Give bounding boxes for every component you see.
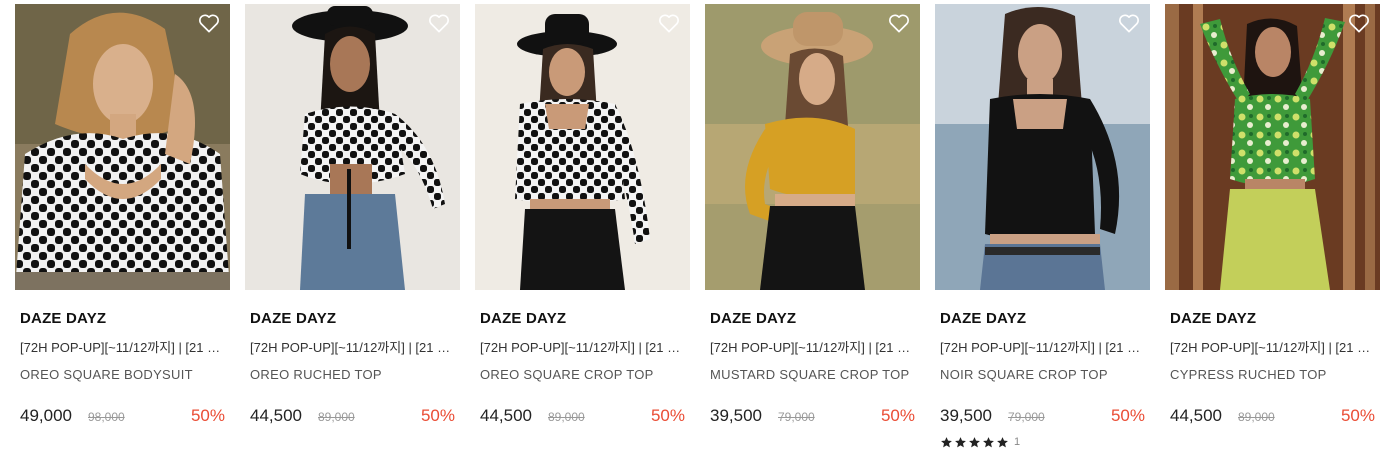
brand-name[interactable]: DAZE DAYZ [20,310,225,328]
product-name[interactable]: MUSTARD SQUARE CROP TOP [710,367,915,383]
price-row: 39,500 79,000 50% [940,405,1145,427]
brand-name[interactable]: DAZE DAYZ [710,310,915,328]
sale-price: 44,500 [1170,406,1222,425]
original-price: 89,000 [1238,410,1275,424]
price-row: 44,500 89,000 50% [250,405,455,427]
star-icon [996,436,1009,449]
discount-rate: 50% [650,406,685,425]
star-icon [982,436,995,449]
wishlist-heart-icon[interactable] [428,13,450,33]
product-image[interactable] [1165,4,1380,290]
product-name[interactable]: CYPRESS RUCHED TOP [1170,367,1375,383]
star-icon [968,436,981,449]
product-name[interactable]: NOIR SQUARE CROP TOP [940,367,1145,383]
product-image[interactable] [935,4,1150,290]
product-image[interactable] [705,4,920,290]
promo-title[interactable]: [72H POP-UP][~11/12까지] | [21 F/W] OREO S… [480,340,685,356]
product-name[interactable]: OREO RUCHED TOP [250,367,455,383]
product-photo [15,4,230,290]
discount-rate: 50% [880,406,915,425]
original-price: 79,000 [1008,410,1045,424]
product-image[interactable] [15,4,230,290]
price-row: 39,500 79,000 50% [710,405,915,427]
original-price: 89,000 [548,410,585,424]
product-photo [1165,4,1380,290]
brand-name[interactable]: DAZE DAYZ [480,310,685,328]
wishlist-heart-icon[interactable] [658,13,680,33]
wishlist-heart-icon[interactable] [888,13,910,33]
product-photo [475,4,690,290]
promo-title[interactable]: [72H POP-UP][~11/12까지] | [21 F/W] OREO R… [250,340,455,356]
star-icon [940,436,953,449]
promo-title[interactable]: [72H POP-UP][~11/12까지] | [21 F/W] NOIR S… [940,340,1145,356]
star-rating [940,436,1009,449]
wishlist-heart-icon[interactable] [1348,13,1370,33]
discount-rate: 50% [420,406,455,425]
product-card[interactable]: DAZE DAYZ [72H POP-UP][~11/12까지] | [21 F… [935,4,1150,464]
sale-price: 44,500 [480,406,532,425]
product-card[interactable]: DAZE DAYZ [72H POP-UP][~11/12까지] | [21 F… [705,4,920,464]
original-price: 98,000 [88,410,125,424]
sale-price: 39,500 [710,406,762,425]
price-row: 44,500 89,000 50% [1170,405,1375,427]
promo-title[interactable]: [72H POP-UP][~11/12까지] | [21 F/W] OREO S… [20,340,225,356]
discount-rate: 50% [190,406,225,425]
review-count: 1 [1014,436,1021,448]
product-photo [705,4,920,290]
wishlist-heart-icon[interactable] [198,13,220,33]
product-name[interactable]: OREO SQUARE CROP TOP [480,367,685,383]
product-photo [935,4,1150,290]
product-card[interactable]: DAZE DAYZ [72H POP-UP][~11/12까지] | [21 F… [15,4,230,464]
discount-rate: 50% [1340,406,1375,425]
brand-name[interactable]: DAZE DAYZ [940,310,1145,328]
product-image[interactable] [245,4,460,290]
product-photo [245,4,460,290]
product-grid: DAZE DAYZ [72H POP-UP][~11/12까지] | [21 F… [0,0,1393,470]
product-card[interactable]: DAZE DAYZ [72H POP-UP][~11/12까지] | [21 F… [245,4,460,464]
product-image[interactable] [475,4,690,290]
price-row: 49,000 98,000 50% [20,405,225,427]
promo-title[interactable]: [72H POP-UP][~11/12까지] | [21 F/W] CYPRES… [1170,340,1375,356]
review-rating[interactable]: 1 [940,435,1145,449]
discount-rate: 50% [1110,406,1145,425]
promo-title[interactable]: [72H POP-UP][~11/12까지] | [21 F/W] MUSTAR… [710,340,915,356]
original-price: 79,000 [778,410,815,424]
product-card[interactable]: DAZE DAYZ [72H POP-UP][~11/12까지] | [21 F… [1165,4,1380,464]
sale-price: 39,500 [940,406,992,425]
original-price: 89,000 [318,410,355,424]
product-name[interactable]: OREO SQUARE BODYSUIT [20,367,225,383]
wishlist-heart-icon[interactable] [1118,13,1140,33]
product-card[interactable]: DAZE DAYZ [72H POP-UP][~11/12까지] | [21 F… [475,4,690,464]
sale-price: 49,000 [20,406,72,425]
price-row: 44,500 89,000 50% [480,405,685,427]
brand-name[interactable]: DAZE DAYZ [1170,310,1375,328]
sale-price: 44,500 [250,406,302,425]
star-icon [954,436,967,449]
brand-name[interactable]: DAZE DAYZ [250,310,455,328]
